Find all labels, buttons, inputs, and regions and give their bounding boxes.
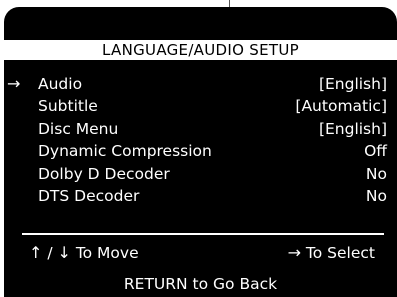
menu-item-label: Dolby D Decoder: [38, 164, 170, 183]
select-hint-text: To Select: [301, 244, 375, 262]
menu-item-value: No: [365, 164, 387, 183]
menu-item-dts-decoder[interactable]: DTS Decoder No: [4, 185, 397, 207]
menu-item-label: DTS Decoder: [38, 186, 140, 205]
navigation-hints: ↑ / ↓ To Move → To Select: [4, 242, 397, 264]
select-hint: → To Select: [288, 242, 375, 264]
selection-cursor-icon: →: [7, 74, 21, 93]
menu-title: LANGUAGE/AUDIO SETUP: [4, 40, 397, 60]
menu-item-label: Disc Menu: [38, 119, 119, 138]
menu-item-audio[interactable]: → Audio [English]: [4, 73, 397, 95]
arrow-separator: /: [42, 244, 58, 262]
menu-item-label: Subtitle: [38, 97, 98, 116]
settings-list: → Audio [English] Subtitle [Automatic] D…: [4, 73, 397, 207]
right-arrow-icon: →: [287, 243, 301, 262]
menu-item-value: No: [365, 186, 387, 205]
menu-item-value: Off: [364, 142, 387, 161]
menu-item-label: Audio: [38, 75, 83, 93]
menu-item-dynamic-compression[interactable]: Dynamic Compression Off: [4, 140, 397, 162]
menu-item-dolby-d-decoder[interactable]: Dolby D Decoder No: [4, 163, 397, 185]
return-hint: RETURN to Go Back: [123, 275, 278, 293]
osd-menu-panel: LANGUAGE/AUDIO SETUP → Audio [English] S…: [4, 7, 397, 297]
menu-item-disc-menu[interactable]: Disc Menu [English]: [4, 118, 397, 140]
menu-item-label: Dynamic Compression: [38, 142, 212, 161]
menu-item-value: [English]: [318, 75, 387, 93]
up-arrow-icon: ↑: [29, 243, 43, 262]
move-hint-text: To Move: [70, 244, 139, 262]
move-hint: ↑ / ↓ To Move: [29, 242, 139, 264]
down-arrow-icon: ↓: [57, 243, 71, 262]
menu-item-value: [English]: [318, 119, 387, 138]
hint-divider: [22, 233, 384, 235]
menu-item-subtitle[interactable]: Subtitle [Automatic]: [4, 95, 397, 117]
menu-item-value: [Automatic]: [295, 97, 387, 116]
